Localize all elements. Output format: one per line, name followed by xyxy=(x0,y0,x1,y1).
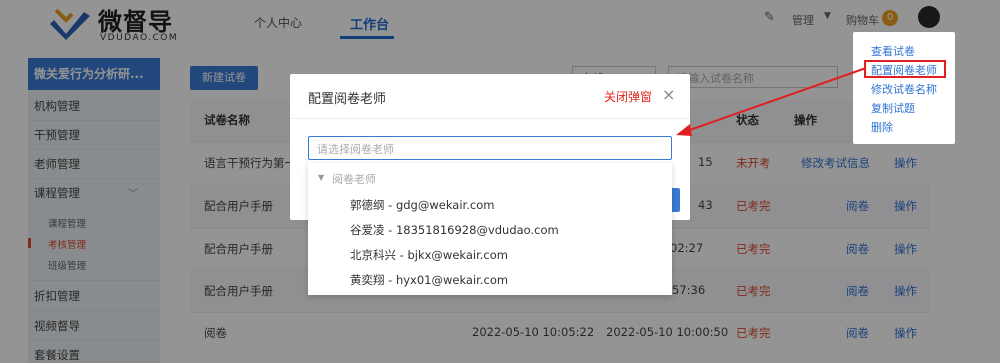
annotation-arrow xyxy=(676,67,867,136)
